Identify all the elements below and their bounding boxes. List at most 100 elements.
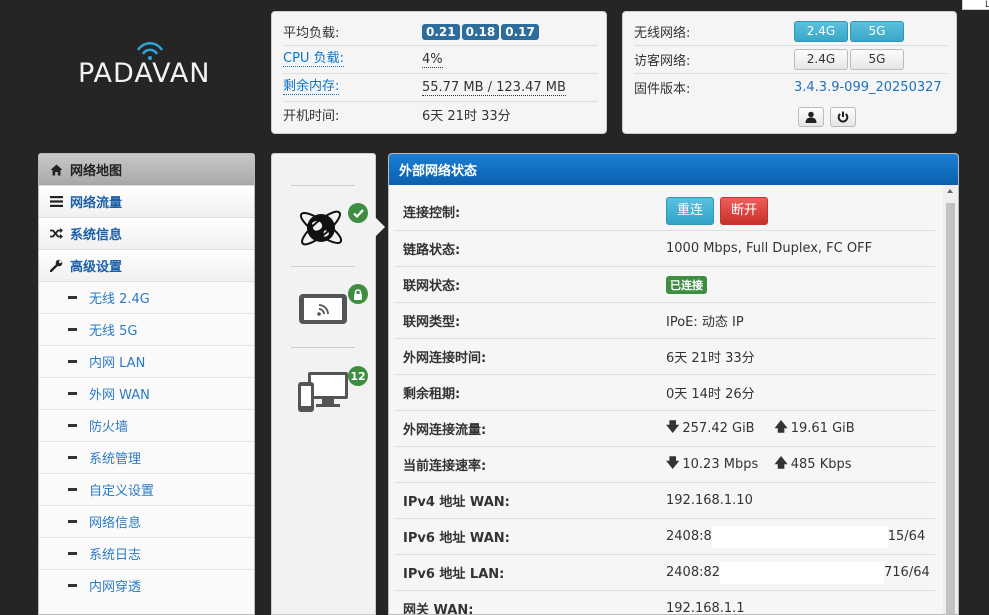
firmware-label: 固件版本: [634, 82, 691, 97]
sidebar-item-label: 网络流量 [70, 196, 123, 211]
wifi-24g-toggle[interactable]: 2.4G [794, 21, 848, 42]
memory-row: 剩余内存: 55.77 MB / 123.47 MB [283, 74, 598, 102]
wireless-status-button[interactable] [298, 284, 368, 334]
table-row: 当前连接速率: 🡇 10.23 Mbps 🡅 485 Kbps [395, 446, 935, 482]
scroll-up-icon[interactable] [947, 189, 953, 193]
table-row: 网关 WAN: 192.168.1.1 [395, 590, 935, 615]
load-row: 平均负载: 0.21 0.18 0.17 [283, 18, 598, 46]
sidebar-subitem-label: 无线 5G [89, 324, 138, 339]
tablet-wifi-icon [299, 294, 347, 324]
reconnect-button[interactable]: 重连 [666, 197, 715, 225]
row-value: 192.168.1.1 [666, 601, 745, 615]
power-button[interactable] [830, 107, 856, 127]
traffic-values: 🡇 257.42 GiB 🡅 19.61 GiB [666, 411, 855, 446]
sidebar-subitem-label: 外网 WAN [89, 388, 150, 403]
table-row: 外网连接时间: 6天 21时 33分 [395, 338, 935, 374]
guest-5g-toggle[interactable]: 5G [850, 49, 904, 70]
table-row: IPv6 地址 LAN: 2408:82 716/64 [395, 554, 935, 590]
arrow-up-icon: 🡅 [774, 419, 788, 435]
row-value: 192.168.1.10 [666, 493, 753, 508]
row-key: 当前连接速率: [403, 459, 487, 474]
wifi-5g-toggle[interactable]: 5G [850, 21, 904, 42]
cpu-label-link[interactable]: CPU 负载: [283, 52, 344, 67]
sidebar-subitem-wan[interactable]: 外网 WAN [39, 377, 254, 409]
clients-status-button[interactable]: 12 [298, 364, 373, 414]
guest-24g-toggle[interactable]: 2.4G [794, 49, 848, 70]
rate-values: 🡇 10.23 Mbps 🡅 485 Kbps [666, 447, 852, 482]
row-key: IPv4 地址 WAN: [403, 495, 510, 510]
sidebar-subitem-nat-traversal[interactable]: 内网穿透 [39, 569, 254, 601]
wan-status-rows: 连接控制: 重连 断开 链路状态: 1000 Mbps, Full Duplex… [395, 192, 935, 615]
sidebar-item-system-info[interactable]: 系统信息 [39, 217, 254, 249]
sidebar-subitem-firewall[interactable]: 防火墙 [39, 409, 254, 441]
list-icon [49, 196, 63, 207]
shuffle-icon [49, 228, 63, 239]
divider [291, 347, 355, 348]
memory-total: 123.47 MB [496, 79, 566, 95]
scrollbar-thumb[interactable] [946, 203, 955, 614]
sidebar-subitem-label: 内网穿透 [89, 580, 142, 595]
selection-arrow [375, 217, 385, 237]
sidebar-subitem-wireless-24g[interactable]: 无线 2.4G [39, 281, 254, 313]
sidebar-subitem-label: 系统日志 [89, 548, 142, 563]
sidebar-subitem-custom-settings[interactable]: 自定义设置 [39, 473, 254, 505]
dash-icon [68, 552, 77, 555]
lock-icon [348, 284, 368, 304]
padavan-logo: PADAVAN [70, 38, 230, 108]
sidebar-subitem-system-log[interactable]: 系统日志 [39, 537, 254, 569]
guest-row: 访客网络: 2.4G 5G [634, 46, 948, 74]
row-key: 连接控制: [403, 205, 461, 221]
uptime-row: 开机时间: 6天 21时 33分 [283, 101, 598, 128]
sidebar-item-traffic[interactable]: 网络流量 [39, 185, 254, 217]
internet-status-button[interactable] [294, 199, 368, 257]
wrench-icon [49, 259, 63, 272]
row-key: 联网状态: [403, 279, 461, 294]
dash-icon [68, 456, 77, 459]
sidebar-item-advanced[interactable]: 高级设置 [39, 249, 254, 281]
sidebar-item-network-map[interactable]: 网络地图 [39, 154, 254, 185]
user-button[interactable] [798, 107, 824, 127]
cpu-value: 4% [422, 51, 443, 68]
memory-free: 55.77 MB [422, 79, 484, 95]
memory-label-link[interactable]: 剩余内存: [283, 80, 340, 95]
table-row: 剩余租期: 0天 14时 26分 [395, 374, 935, 410]
disconnect-button[interactable]: 断开 [720, 197, 769, 225]
row-key: IPv6 地址 WAN: [403, 531, 510, 546]
scrollbar[interactable] [943, 185, 958, 614]
sidebar-subitem-label: 系统管理 [89, 452, 142, 467]
memory-sep: / [483, 79, 497, 95]
dash-icon [68, 328, 77, 331]
wan-status-panel: 外部网络状态 连接控制: 重连 断开 链路状态: 1000 Mbps, Full… [388, 153, 959, 615]
client-count-badge: 12 [348, 366, 368, 386]
sidebar-subitem-label: 无线 2.4G [89, 292, 150, 307]
firmware-version-link[interactable]: 3.4.3.9-099_20250327 [794, 80, 942, 95]
sidebar-subitem-label: 防火墙 [89, 420, 129, 435]
logo-text: PADAVAN [78, 58, 211, 89]
panel-actions [798, 107, 862, 127]
guest-toggles: 2.4G 5G [794, 49, 906, 70]
row-value: IPoE: 动态 IP [666, 315, 744, 330]
row-value: 6天 21时 33分 [666, 351, 755, 366]
rate-up: 485 Kbps [790, 457, 852, 472]
ipv6-lan-value: 2408:82 716/64 [666, 555, 930, 590]
sidebar-item-label: 高级设置 [70, 260, 123, 275]
row-key: IPv6 地址 LAN: [403, 567, 505, 582]
dash-icon [68, 296, 77, 299]
uptime-value: 6天 21时 33分 [422, 109, 511, 124]
sidebar-subitem-lan[interactable]: 内网 LAN [39, 345, 254, 377]
sidebar-subitem-network-info[interactable]: 网络信息 [39, 505, 254, 537]
row-key: 网关 WAN: [403, 603, 474, 615]
load-5m: 0.18 [461, 23, 500, 40]
firmware-row: 固件版本: 3.4.3.9-099_20250327 [634, 74, 948, 101]
load-15m: 0.17 [501, 23, 539, 40]
sidebar-item-label: 系统信息 [70, 228, 123, 243]
ipv6-wan-prefix: 2408:8 [666, 529, 712, 544]
row-key: 链路状态: [403, 243, 461, 258]
redaction-mask [720, 561, 885, 584]
sidebar-subitem-system-admin[interactable]: 系统管理 [39, 441, 254, 473]
sidebar-subitem-wireless-5g[interactable]: 无线 5G [39, 313, 254, 345]
load-label: 平均负载: [283, 26, 340, 41]
dash-icon [68, 584, 77, 587]
wifi-row: 无线网络: 2.4G 5G [634, 18, 948, 46]
corner-tab[interactable]: L [962, 0, 989, 10]
